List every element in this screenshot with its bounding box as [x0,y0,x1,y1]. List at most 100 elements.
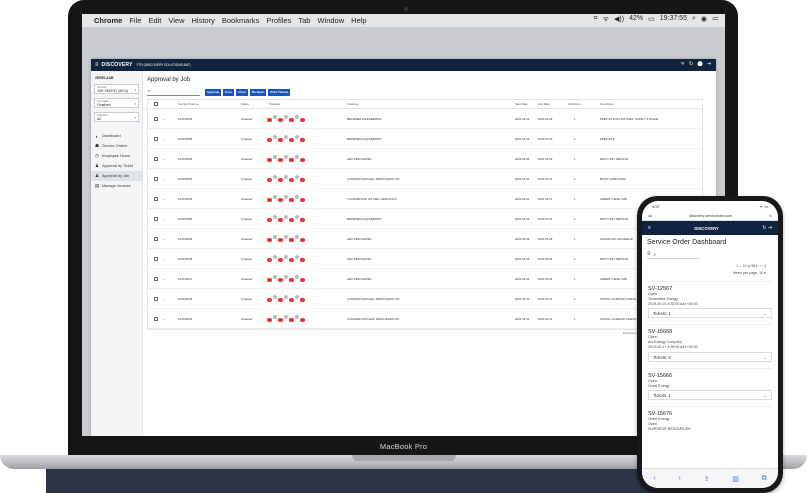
header-actions-icon[interactable]: ↻ ⇥ [762,225,772,231]
table-row[interactable]: ⌄ F22100058 Finalized BRAMMER ENGINEERING 20… [148,129,702,149]
tabs-icon[interactable]: ⧉ [762,475,767,483]
menu-window[interactable]: Window [317,16,344,25]
forward-icon[interactable]: › [678,475,680,482]
chevron-down-icon[interactable]: ⌄ [163,177,166,181]
chevron-down-icon[interactable]: ⌄ [163,297,166,301]
chevron-down-icon[interactable]: ⌄ [163,217,166,221]
table-row[interactable]: ⌄ F22100049 Finalized ARC RESOURCES 2022-05-… [148,229,702,249]
column-header-customer[interactable]: Customer [347,102,359,106]
back-icon[interactable]: ‹ [653,475,655,482]
service-order-card[interactable]: SV-15666 Open Ovinti Energy Tickets: 1 ⌄ [648,367,772,401]
wifi-status-icon[interactable]: ᯤ [680,61,685,67]
table-row[interactable]: ⌄ F22100056 Finalized ARC RESOURCES 2022-06-… [148,149,702,169]
table-row[interactable]: ⌄ F22100054 Finalized CANADIAN NATURAL RESO… [148,169,702,189]
reload-icon[interactable]: ↻ [769,214,772,218]
phone-pager[interactable]: 1 – 10 of 56 |‹ ‹ › ›| [642,264,766,268]
sidebar-item-manage-invoices[interactable]: ▤ Manage Invoices [91,181,142,191]
bookmarks-icon[interactable]: ▥ [732,475,739,483]
menu-history[interactable]: History [192,16,215,25]
siri-icon[interactable]: ◉ [701,15,707,24]
tickets-expander[interactable]: Tickets: 1 ⌄ [648,308,772,319]
row-checkbox[interactable] [154,276,158,281]
chevron-down-icon[interactable]: ⌄ [163,137,166,141]
table-row[interactable]: ⌄ F22100053 Finalized YOUNGBLOOD OIL WELL S… [148,189,702,209]
table-row[interactable]: ⌄ F22100044 Finalized CANADIAN NATURAL RESO… [148,309,702,329]
row-checkbox[interactable] [154,196,158,201]
info-icon[interactable]: ⬤ [697,61,703,67]
battery-icon[interactable]: ▭ [648,15,655,24]
menu-bookmarks[interactable]: Bookmarks [222,16,260,25]
row-checkbox[interactable] [154,156,158,161]
service-order-number[interactable]: F22100047 [178,277,192,281]
phone-url-bar[interactable]: ᴀA discovery-servicesdev.com ↻ [642,212,778,221]
table-row[interactable]: ⌄ F22100059 Finalized BRAMMER ENGINEERING 20… [148,109,702,129]
inventor-select[interactable]: Inventor JOE SMITHY (5013) ▾ [94,84,139,94]
row-checkbox[interactable] [154,316,158,321]
table-row[interactable]: ⌄ F22100045 Finalized CANADIAN NATURAL RESO… [148,289,702,309]
text-size-icon[interactable]: ᴀA [648,214,652,218]
chevron-down-icon[interactable]: ⌄ [163,277,166,281]
sidebar-item-approval-by-job[interactable]: ♟ Approval by Job [91,171,142,181]
sidebar-item-service-orders[interactable]: ☗ Service Orders [91,141,142,151]
menu-icon[interactable]: ≡ [95,62,99,68]
service-order-number[interactable]: F22100044 [178,317,192,321]
service-order-number[interactable]: F22100053 [178,197,192,201]
trip-claim-select[interactable]: Trip Claim Finalized ▾ [94,98,139,108]
menu-help[interactable]: Help [351,16,366,25]
tickets-expander[interactable]: Tickets: 8 ⌄ [648,351,772,362]
chevron-down-icon[interactable]: ⌄ [163,237,166,241]
chevron-down-icon[interactable]: ⌄ [163,197,166,201]
phone-url[interactable]: discovery-servicesdev.com [658,214,763,218]
chevron-down-icon[interactable]: ⌄ [163,117,166,121]
menu-view[interactable]: View [168,16,184,25]
refresh-icon[interactable]: ↻ [689,61,693,67]
service-order-number[interactable]: F22100048 [178,257,192,261]
column-header-progress[interactable]: Progress [269,102,280,106]
control-center-icon[interactable]: ≔ [712,15,719,24]
service-order-number[interactable]: F22100050 [178,217,192,221]
service-order-card[interactable]: SV-15676 Ovinti Energy Open SUPERIOR RESOUR… [648,406,772,431]
print-tickets-button[interactable]: Print Tickets [268,88,291,96]
menu-chrome[interactable]: Chrome [94,16,122,25]
column-header-start-date[interactable]: Start Date [515,102,528,106]
sidebar-item-dashboard[interactable]: ◐ Dashboard [91,131,142,141]
menu-file[interactable]: File [129,16,141,25]
volume-icon[interactable]: ◀)) [614,15,624,24]
row-checkbox[interactable] [154,136,158,141]
wifi-icon[interactable]: ᯤ [603,15,609,24]
row-checkbox[interactable] [154,296,158,301]
tickets-expander[interactable]: Tickets: 1 ⌄ [648,390,772,401]
service-order-card[interactable]: SV-12567 Open Tourmaline Energy 2019-09-01 … [648,281,772,319]
close-button[interactable]: Close [235,88,248,96]
service-order-number[interactable]: F22100049 [178,237,192,241]
menu-edit[interactable]: Edit [148,16,161,25]
table-row[interactable]: ⌄ F22100048 Finalized ARC RESOURCES 2022-05-… [148,249,702,269]
service-order-number[interactable]: F22100056 [178,157,192,161]
sidebar-item-employee-hours[interactable]: ◷ Employee Hours [91,151,142,161]
service-order-number[interactable]: F22100059 [178,117,192,121]
share-icon[interactable]: ⇪ [704,475,710,483]
post-button[interactable]: Post [223,88,234,96]
phone-search-input[interactable]: ≡ ⌕ [647,250,699,259]
service-order-number[interactable]: F22100058 [178,137,192,141]
row-checkbox[interactable] [154,236,158,241]
chevron-down-icon[interactable]: ⌄ [163,157,166,161]
spotlight-icon[interactable]: ⌕ [692,15,696,24]
chevron-down-icon[interactable]: ⌄ [163,257,166,261]
column-header-workforce[interactable]: Workforce [568,102,581,106]
row-checkbox[interactable] [154,176,158,181]
logout-icon[interactable]: ⇥ [707,61,711,67]
approve-button[interactable]: Approve [205,88,222,96]
row-checkbox[interactable] [154,116,158,121]
airplay-icon[interactable]: ⌗ [594,15,598,24]
table-row[interactable]: ⌄ F22100047 Finalized ARC RESOURCES 2022-05-… [148,269,702,289]
row-checkbox[interactable] [154,256,158,261]
row-checkbox[interactable] [154,216,158,221]
select-all-checkbox[interactable] [154,102,158,106]
chevron-down-icon[interactable]: ⌄ [163,317,166,321]
selection-select[interactable]: Selection All ▾ [94,112,139,122]
filter-icon[interactable]: ≡ [647,251,651,257]
reopen-button[interactable]: Re-Open [249,88,267,96]
phone-items-per-page[interactable]: Items per page: 10 ▾ [642,271,766,275]
menu-profiles[interactable]: Profiles [266,16,291,25]
